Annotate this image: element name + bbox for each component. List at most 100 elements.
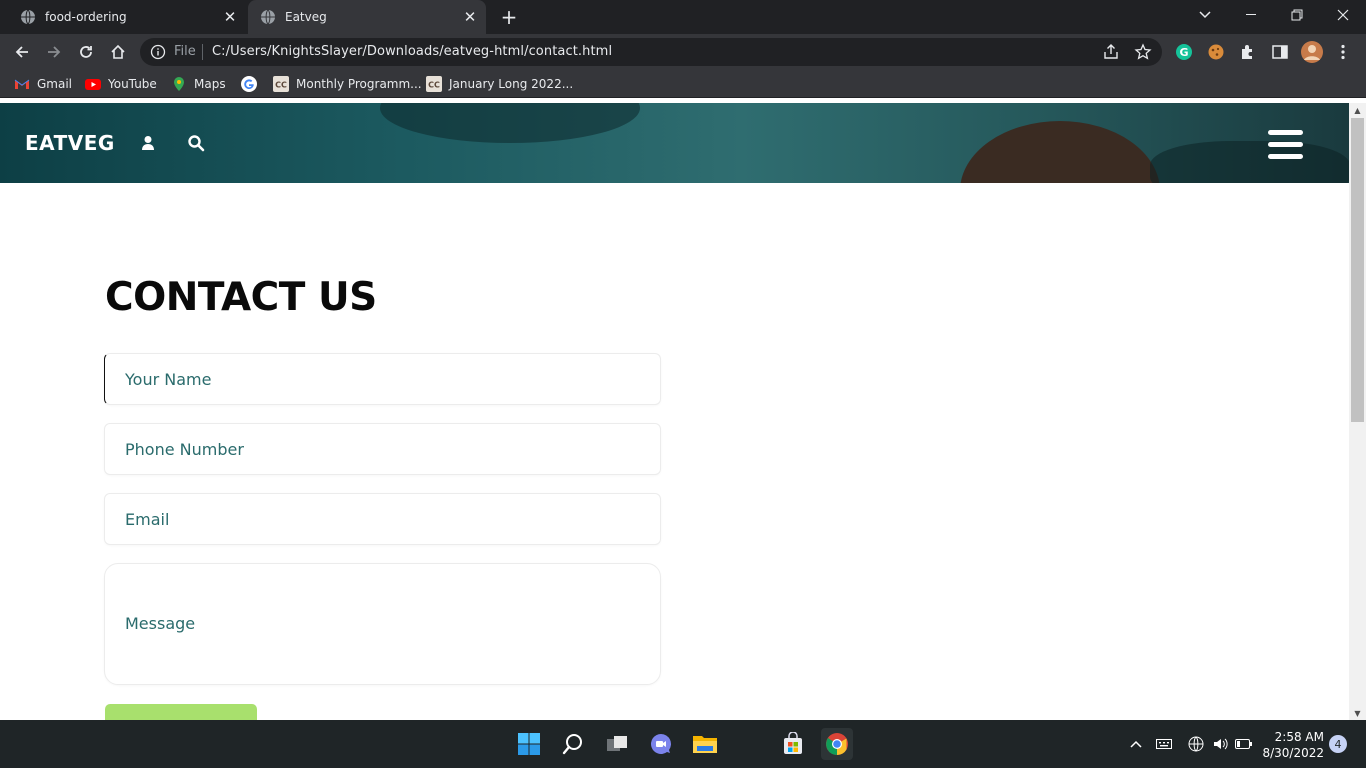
- url-text[interactable]: C:/Users/KnightsSlayer/Downloads/eatveg-…: [212, 44, 612, 59]
- scrollbar-thumb[interactable]: [1351, 118, 1364, 422]
- bookmark-label: YouTube: [108, 77, 157, 91]
- tab-search-button[interactable]: [1182, 0, 1228, 30]
- restore-button[interactable]: [1274, 0, 1320, 30]
- message-field[interactable]: [104, 563, 661, 685]
- globe-icon: [261, 9, 275, 25]
- user-icon[interactable]: [139, 134, 157, 152]
- search-icon: [562, 734, 582, 755]
- site-logo[interactable]: EATVEG: [25, 131, 115, 155]
- bookmark-monthly-programming[interactable]: CC Monthly Programm...: [273, 75, 422, 93]
- store-icon: [784, 732, 802, 754]
- youtube-icon: [85, 79, 101, 90]
- cookie-icon[interactable]: [1207, 43, 1225, 61]
- task-view-button[interactable]: [601, 728, 633, 760]
- phone-input[interactable]: [105, 424, 660, 474]
- globe-icon: [21, 9, 35, 25]
- close-window-button[interactable]: [1320, 0, 1366, 30]
- arrow-right-icon: [48, 46, 61, 58]
- volume-icon[interactable]: [1210, 734, 1230, 754]
- scroll-down-arrow-icon[interactable]: ▼: [1349, 706, 1366, 720]
- info-icon[interactable]: [150, 44, 166, 60]
- name-field[interactable]: [104, 353, 661, 405]
- codechef-icon: CC: [273, 76, 289, 92]
- bookmark-gmail[interactable]: Gmail: [14, 75, 72, 93]
- svg-text:G: G: [1179, 46, 1188, 59]
- message-input[interactable]: [105, 564, 660, 684]
- new-tab-button[interactable]: +: [498, 5, 520, 29]
- back-button[interactable]: [10, 40, 34, 64]
- close-icon: [1337, 9, 1349, 21]
- folder-icon: [693, 736, 717, 753]
- bookmark-label: January Long 2022...: [449, 77, 574, 91]
- forward-button[interactable]: [42, 40, 66, 64]
- bookmark-google[interactable]: [241, 75, 264, 93]
- maps-icon: [174, 77, 184, 91]
- reload-icon: [80, 46, 92, 58]
- page-scrollbar[interactable]: ▲ ▼: [1349, 103, 1366, 720]
- system-clock[interactable]: 2:58 AM 8/30/2022: [1262, 729, 1324, 761]
- share-icon[interactable]: [1102, 43, 1120, 61]
- web-page: EATVEG CONTACT US: [0, 103, 1349, 720]
- restore-icon: [1291, 9, 1303, 21]
- gmail-icon: [14, 79, 30, 89]
- grammarly-icon[interactable]: G: [1175, 43, 1193, 61]
- keyboard-icon[interactable]: [1154, 734, 1174, 754]
- chat-button[interactable]: [645, 728, 677, 760]
- svg-text:CC: CC: [275, 81, 287, 90]
- microsoft-store-button[interactable]: [777, 728, 809, 760]
- svg-text:CC: CC: [428, 81, 440, 90]
- banner-background-shape: [380, 103, 640, 143]
- arrow-left-icon: [15, 46, 28, 58]
- bookmark-label: Gmail: [37, 77, 73, 91]
- close-tab-icon[interactable]: ✕: [222, 9, 238, 25]
- address-bar[interactable]: File C:/Users/KnightsSlayer/Downloads/ea…: [140, 38, 1162, 66]
- taskbar-search-button[interactable]: [557, 728, 589, 760]
- chrome-icon: [826, 733, 848, 755]
- email-field[interactable]: [104, 493, 661, 545]
- menu-bar: [1268, 130, 1303, 135]
- bookmark-youtube[interactable]: YouTube: [85, 75, 157, 93]
- task-view-icon: [607, 736, 627, 751]
- codechef-icon: CC: [426, 76, 442, 92]
- network-globe-icon[interactable]: [1186, 734, 1206, 754]
- google-icon: [241, 76, 257, 92]
- email-input[interactable]: [105, 494, 660, 544]
- side-panel-icon[interactable]: [1271, 43, 1289, 61]
- clock-date: 8/30/2022: [1262, 746, 1324, 760]
- divider: [202, 44, 203, 60]
- minimize-button[interactable]: [1228, 0, 1274, 30]
- start-button[interactable]: [513, 728, 545, 760]
- tab-title: Eatveg: [285, 10, 327, 24]
- profile-avatar[interactable]: [1301, 41, 1323, 63]
- browser-toolbar: File C:/Users/KnightsSlayer/Downloads/ea…: [0, 34, 1366, 70]
- file-explorer-button[interactable]: [689, 728, 721, 760]
- hamburger-menu-icon[interactable]: [1268, 130, 1303, 160]
- scroll-up-arrow-icon[interactable]: ▲: [1349, 103, 1366, 117]
- chevron-down-icon: [1199, 11, 1211, 19]
- star-icon[interactable]: [1134, 43, 1152, 61]
- browser-tab-strip: food-ordering ✕ Eatveg ✕ +: [0, 0, 1366, 34]
- notification-badge[interactable]: 4: [1329, 735, 1347, 753]
- menu-bar: [1268, 154, 1303, 159]
- submit-button[interactable]: [105, 704, 257, 720]
- extensions-icon[interactable]: [1239, 43, 1257, 61]
- close-tab-icon[interactable]: ✕: [462, 9, 478, 25]
- search-icon[interactable]: [187, 134, 205, 152]
- battery-icon[interactable]: [1234, 734, 1254, 754]
- home-button[interactable]: [106, 40, 130, 64]
- chrome-taskbar-button[interactable]: [821, 728, 853, 760]
- phone-field[interactable]: [104, 423, 661, 475]
- tray-overflow-chevron-icon[interactable]: [1126, 734, 1146, 754]
- banner-background-shape: [1150, 141, 1349, 183]
- tab-eatveg[interactable]: Eatveg ✕: [248, 0, 486, 34]
- bookmark-label: Maps: [194, 77, 226, 91]
- taskbar: 2:58 AM 8/30/2022 4: [0, 720, 1366, 768]
- menu-bar: [1268, 142, 1303, 147]
- more-menu-icon[interactable]: [1334, 43, 1352, 61]
- bookmark-january-long[interactable]: CC January Long 2022...: [426, 75, 573, 93]
- bookmark-maps[interactable]: Maps: [171, 75, 226, 93]
- name-input[interactable]: [105, 354, 660, 404]
- reload-button[interactable]: [74, 40, 98, 64]
- tab-food-ordering[interactable]: food-ordering ✕: [8, 0, 246, 34]
- header-banner: EATVEG: [0, 103, 1349, 183]
